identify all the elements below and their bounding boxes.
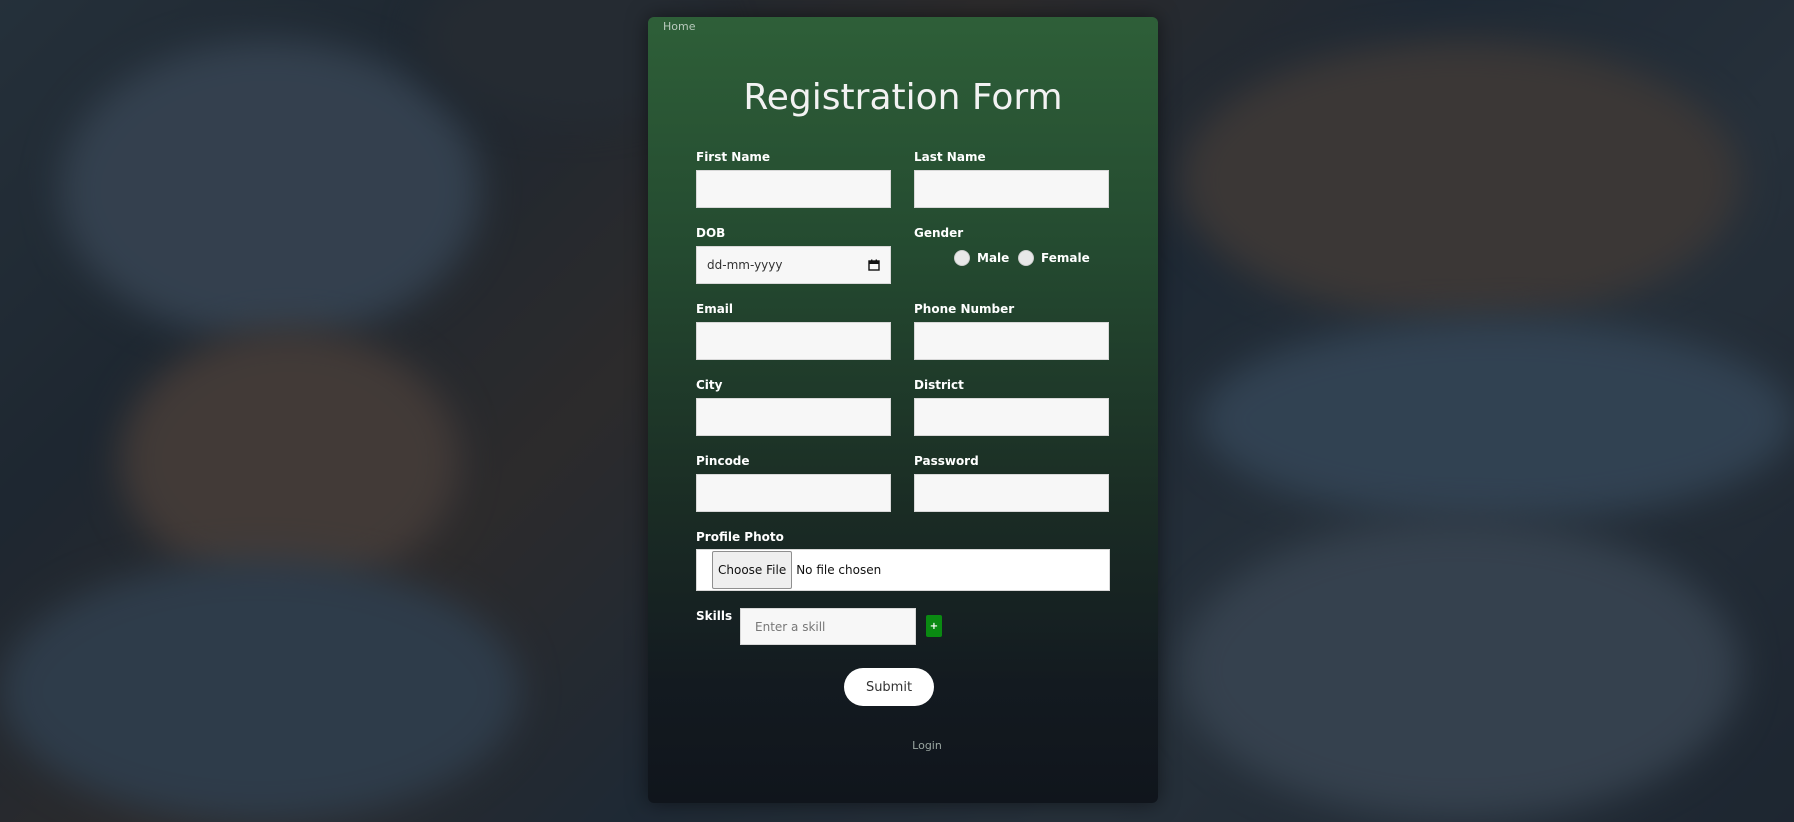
radio-female[interactable] bbox=[1018, 250, 1034, 266]
skill-input[interactable]: Enter a skill bbox=[740, 608, 916, 645]
gender-female-option[interactable]: Female bbox=[1018, 250, 1090, 266]
password-input[interactable] bbox=[914, 474, 1109, 512]
page-title: Registration Form bbox=[743, 77, 1063, 118]
registration-card: Home Registration Form First Name Last N… bbox=[648, 17, 1158, 803]
password-label: Password bbox=[914, 454, 979, 468]
city-input[interactable] bbox=[696, 398, 891, 436]
district-label: District bbox=[914, 378, 964, 392]
submit-button[interactable]: Submit bbox=[844, 668, 934, 706]
add-skill-button[interactable]: + bbox=[926, 615, 942, 637]
radio-male[interactable] bbox=[954, 250, 970, 266]
profile-photo-input[interactable]: Choose File No file chosen bbox=[696, 549, 1110, 591]
email-input[interactable] bbox=[696, 322, 891, 360]
pincode-input[interactable] bbox=[696, 474, 891, 512]
gender-female-label: Female bbox=[1041, 251, 1090, 265]
phone-input[interactable] bbox=[914, 322, 1109, 360]
profile-photo-label: Profile Photo bbox=[696, 530, 784, 544]
gender-label: Gender bbox=[914, 226, 964, 240]
district-input[interactable] bbox=[914, 398, 1109, 436]
first-name-input[interactable] bbox=[696, 170, 891, 208]
last-name-input[interactable] bbox=[914, 170, 1109, 208]
skills-label: Skills bbox=[696, 609, 733, 623]
first-name-label: First Name bbox=[696, 150, 771, 164]
dob-input[interactable]: dd-mm-yyyy bbox=[696, 246, 891, 284]
home-link[interactable]: Home bbox=[663, 20, 695, 33]
phone-label: Phone Number bbox=[914, 302, 1015, 316]
login-link[interactable]: Login bbox=[648, 739, 1158, 752]
last-name-label: Last Name bbox=[914, 150, 986, 164]
calendar-icon[interactable] bbox=[868, 259, 880, 271]
file-status-text: No file chosen bbox=[796, 563, 882, 577]
email-label: Email bbox=[696, 302, 734, 316]
dob-placeholder: dd-mm-yyyy bbox=[707, 258, 783, 272]
pincode-label: Pincode bbox=[696, 454, 750, 468]
gender-male-label: Male bbox=[977, 251, 1010, 265]
dob-label: DOB bbox=[696, 226, 726, 240]
choose-file-button[interactable]: Choose File bbox=[712, 551, 793, 589]
city-label: City bbox=[696, 378, 723, 392]
gender-male-option[interactable]: Male bbox=[954, 250, 1009, 266]
